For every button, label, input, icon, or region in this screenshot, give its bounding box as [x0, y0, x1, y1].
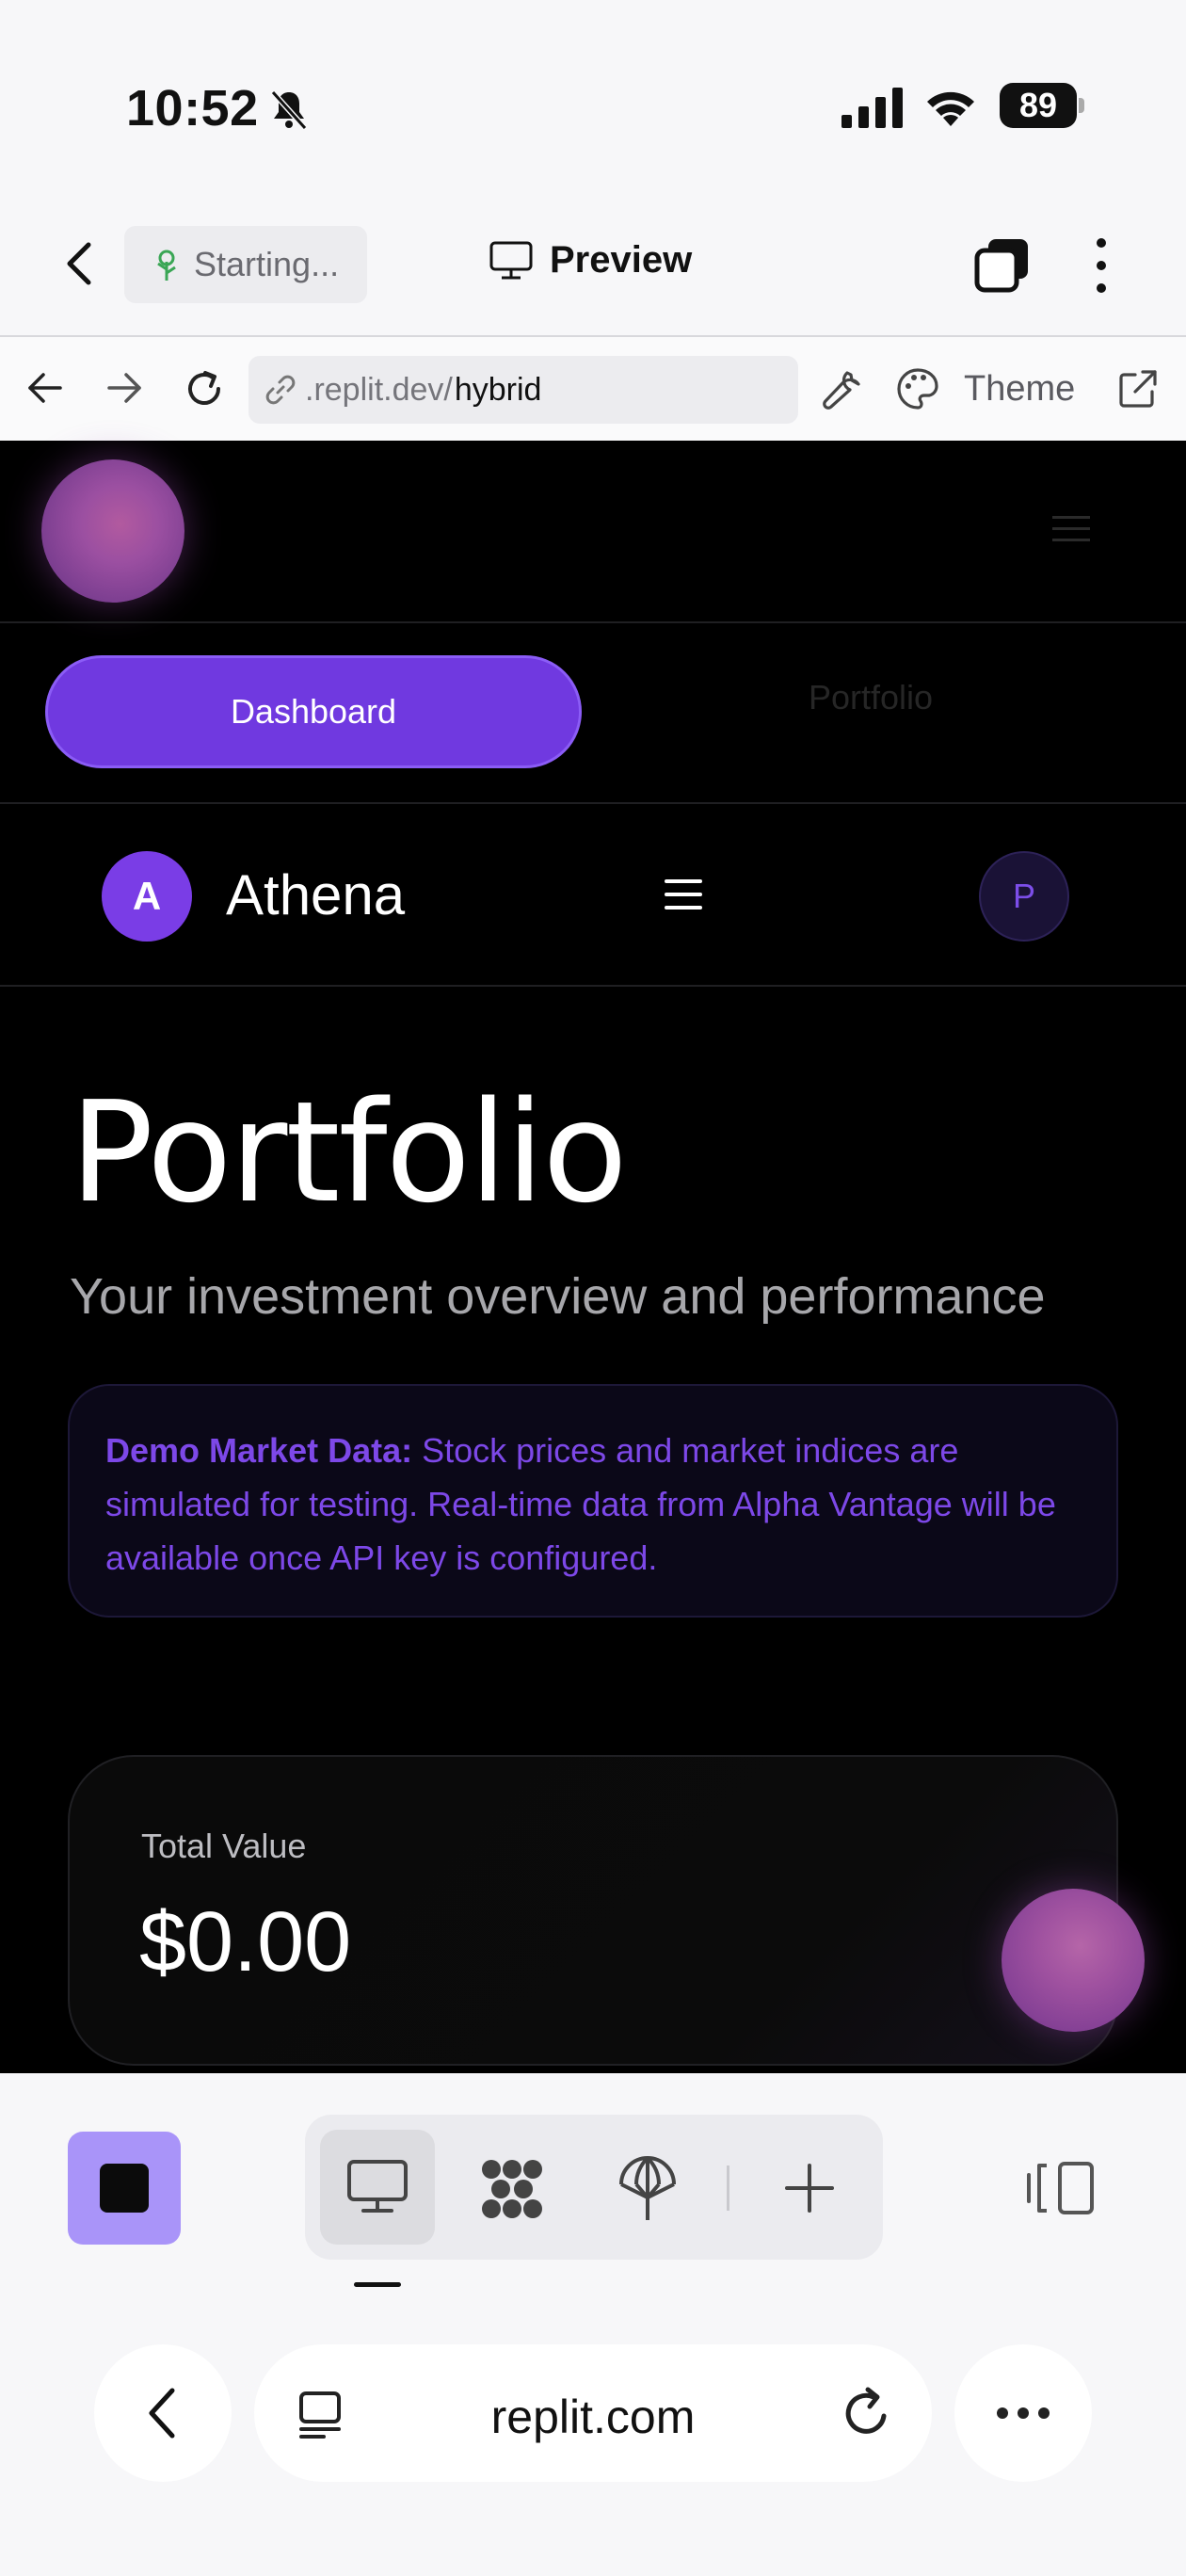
chevron-left-icon[interactable]: [56, 235, 104, 292]
sprout-icon: [157, 250, 176, 281]
status-pill-label: Starting...: [194, 245, 340, 283]
external-link-icon[interactable]: [1116, 367, 1160, 411]
tabs-icon[interactable]: [973, 235, 1032, 294]
browser-domain[interactable]: replit.com: [395, 2390, 791, 2444]
brand-name[interactable]: Athena: [226, 862, 405, 927]
battery-icon: 89: [1000, 83, 1086, 128]
stop-icon: [100, 2164, 149, 2213]
tab-dashboard-label: Dashboard: [230, 692, 397, 731]
demo-data-notice: Demo Market Data: Stock prices and marke…: [68, 1384, 1118, 1618]
status-pill[interactable]: Starting...: [124, 226, 367, 303]
brand-avatar: A: [102, 851, 192, 942]
status-time: 10:52: [126, 80, 259, 137]
monitor-icon: [347, 2160, 408, 2213]
flower-icon[interactable]: [474, 2156, 550, 2222]
side-panel-icon[interactable]: [1026, 2160, 1096, 2216]
tab-dashboard[interactable]: Dashboard: [45, 655, 582, 768]
tab-portfolio[interactable]: Portfolio: [659, 678, 1082, 717]
wifi-icon: [927, 91, 974, 126]
total-value-amount: $0.00: [139, 1895, 352, 1989]
divider: [0, 802, 1186, 804]
plus-icon[interactable]: [783, 2162, 836, 2214]
preview-tool-button[interactable]: [320, 2130, 435, 2245]
reload-icon[interactable]: [181, 365, 228, 412]
page-icon[interactable]: [296, 2390, 345, 2439]
menu-icon[interactable]: [665, 879, 702, 911]
chevron-left-icon: [149, 2388, 175, 2439]
signal-icon: [841, 88, 903, 128]
divider: [0, 621, 1186, 623]
monitor-icon: [489, 241, 533, 279]
page-subtitle: Your investment overview and performance: [70, 1268, 1046, 1325]
bell-slash-icon: [270, 89, 308, 131]
page-title: Portfolio: [70, 1071, 628, 1233]
deploy-icon[interactable]: [617, 2154, 678, 2224]
browser-back-button[interactable]: [94, 2344, 232, 2482]
theme-button[interactable]: Theme: [964, 369, 1075, 410]
reload-icon[interactable]: [840, 2386, 894, 2440]
battery-level: 89: [1000, 83, 1077, 128]
preview-label: Preview: [550, 239, 693, 281]
total-value-label: Total Value: [141, 1827, 307, 1865]
kebab-icon[interactable]: [1092, 235, 1111, 296]
arrow-right-icon[interactable]: [104, 367, 145, 409]
tool-separator: [727, 2165, 729, 2211]
palette-icon[interactable]: [894, 365, 941, 412]
decorative-orb: [1002, 1889, 1145, 2032]
active-tool-indicator: [354, 2282, 401, 2287]
preview-tab[interactable]: Preview: [489, 239, 692, 282]
arrow-left-icon[interactable]: [24, 367, 66, 409]
url-input[interactable]: .replit.dev/ hybrid: [248, 356, 798, 424]
wrench-icon[interactable]: [819, 365, 866, 412]
profile-avatar[interactable]: P: [979, 851, 1069, 942]
divider: [0, 985, 1186, 987]
decorative-orb: [41, 459, 184, 603]
menu-icon[interactable]: [1052, 516, 1090, 544]
stop-button[interactable]: [68, 2132, 181, 2245]
more-icon[interactable]: [954, 2344, 1092, 2482]
url-prefix: .replit.dev/: [305, 371, 453, 408]
link-icon: [265, 375, 296, 405]
url-path: hybrid: [454, 371, 542, 408]
notice-title: Demo Market Data:: [105, 1431, 413, 1470]
